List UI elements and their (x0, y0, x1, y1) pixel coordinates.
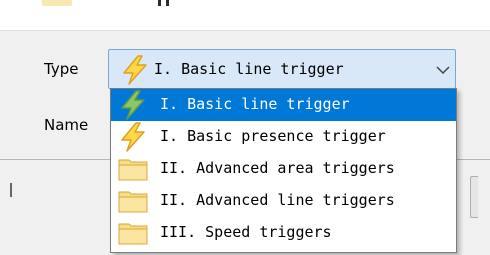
dropdown-option[interactable]: II. Advanced area triggers (111, 153, 456, 185)
type-dropdown-list[interactable]: I. Basic line trigger I. Basic presence … (110, 88, 457, 253)
dropdown-option[interactable]: II. Advanced line triggers (111, 185, 456, 217)
dropdown-option-label: I. Basic presence trigger (160, 127, 386, 145)
name-label: Name (44, 116, 89, 134)
dropdown-option[interactable]: I. Basic line trigger (111, 89, 456, 121)
folder-icon (118, 191, 148, 213)
dropdown-option-label: II. Advanced line triggers (160, 191, 395, 209)
side-button[interactable] (470, 176, 478, 218)
type-select-value: I. Basic line trigger (154, 60, 344, 78)
folder-icon (42, 0, 72, 6)
dropdown-option[interactable]: I. Basic presence trigger (111, 121, 456, 153)
folder-icon (118, 223, 148, 245)
top-panel (0, 0, 490, 31)
type-select[interactable]: I. Basic line trigger (108, 49, 456, 89)
dropdown-option-label: II. Advanced area triggers (160, 159, 395, 177)
chevron-down-icon[interactable] (436, 65, 450, 75)
dropdown-option-label: III. Speed triggers (160, 223, 332, 241)
lightning-bolt-icon (123, 55, 147, 85)
lightning-bolt-icon (121, 122, 145, 152)
dropdown-option-label: I. Basic line trigger (160, 95, 350, 113)
type-label: Type (44, 60, 79, 78)
lightning-bolt-icon (121, 90, 145, 120)
glyph-fragment (166, 0, 169, 6)
folder-icon (118, 159, 148, 181)
glyph-fragment (158, 0, 161, 6)
text-fragment (10, 183, 12, 197)
dropdown-option[interactable]: III. Speed triggers (111, 217, 456, 249)
